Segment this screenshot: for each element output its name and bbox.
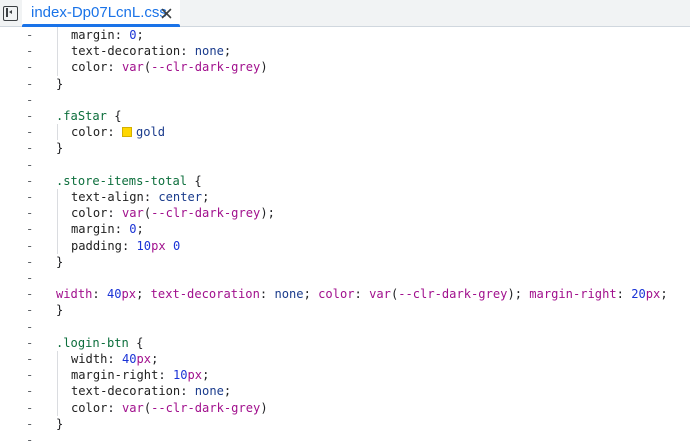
code-line: - margin: 0; — [0, 27, 690, 44]
code-text: } — [56, 416, 64, 431]
code-line: - margin-right: 10px; — [0, 367, 690, 384]
code-text: } — [56, 76, 64, 91]
code-line: - } — [0, 140, 690, 156]
tab-filename[interactable]: index-Dp07LcnL.css — [31, 4, 167, 22]
code-text: padding: 10px 0 — [71, 238, 181, 253]
code-line: - color: var(--clr-dark-grey); — [0, 205, 690, 222]
code-line: - .store-items-total { — [0, 173, 690, 189]
code-text: text-align: center; — [71, 190, 210, 204]
code-line: - } — [0, 416, 690, 432]
code-line: - } — [0, 76, 690, 92]
diff-removed-marker: - — [26, 400, 34, 415]
code-line: - — [0, 92, 690, 108]
code-line: - — [0, 319, 690, 335]
diff-removed-marker: - — [26, 28, 34, 42]
code-line: - width: 40px; text-decoration: none; co… — [0, 286, 690, 302]
code-line: - .faStar { — [0, 108, 690, 124]
indent-guide — [57, 124, 58, 141]
diff-removed-marker: - — [26, 173, 34, 188]
indent-guide — [57, 383, 58, 400]
diff-removed-marker: - — [26, 60, 34, 75]
code-line: - — [0, 432, 690, 441]
diff-removed-marker: - — [26, 238, 34, 253]
code-text: } — [56, 303, 64, 318]
diff-removed-marker: - — [26, 271, 34, 285]
tab-file[interactable]: index-Dp07LcnL.css — [22, 0, 180, 27]
diff-removed-marker: - — [26, 125, 34, 140]
code-line: - text-decoration: none; — [0, 43, 690, 60]
diff-removed-marker: - — [26, 76, 34, 91]
diff-removed-marker: - — [26, 141, 34, 156]
color-swatch[interactable] — [121, 127, 132, 138]
indent-guide — [57, 59, 58, 76]
code-text: color: gold — [71, 125, 166, 140]
code-text: width: 40px; text-decoration: none; colo… — [56, 287, 668, 302]
diff-removed-marker: - — [26, 190, 34, 204]
code-editor[interactable]: - margin: 0; - text-decoration: none; - … — [0, 27, 690, 441]
diff-removed-marker: - — [26, 222, 34, 237]
indent-guide — [57, 367, 58, 384]
code-line: - color: var(--clr-dark-grey) — [0, 59, 690, 76]
diff-removed-marker: - — [26, 254, 34, 269]
code-text: color: var(--clr-dark-grey) — [71, 400, 268, 415]
code-text: color: var(--clr-dark-grey) — [71, 60, 268, 75]
editor-tab-bar: index-Dp07LcnL.css — [0, 0, 690, 27]
code-line: - } — [0, 302, 690, 318]
sidebar-toggle-icon[interactable] — [3, 6, 18, 21]
indent-guide — [57, 189, 58, 206]
diff-removed-marker: - — [26, 303, 34, 318]
code-line: - } — [0, 254, 690, 270]
code-line: - color: var(--clr-dark-grey) — [0, 399, 690, 416]
code-text: .faStar { — [56, 109, 122, 123]
code-text: } — [56, 141, 64, 156]
indent-guide — [57, 221, 58, 238]
code-line: - width: 40px; — [0, 351, 690, 368]
indent-guide — [57, 351, 58, 368]
code-line: - text-decoration: none; — [0, 383, 690, 400]
code-line: - .login-btn { — [0, 335, 690, 351]
diff-removed-marker: - — [26, 416, 34, 431]
diff-removed-marker: - — [26, 433, 34, 441]
diff-removed-marker: - — [26, 384, 34, 399]
diff-removed-marker: - — [26, 319, 34, 334]
code-text: margin: 0; — [71, 222, 144, 237]
code-line: - margin: 0; — [0, 221, 690, 238]
code-text: } — [56, 254, 64, 269]
indent-guide — [57, 43, 58, 60]
code-line: - padding: 10px 0 — [0, 237, 690, 254]
code-text: color: var(--clr-dark-grey); — [71, 206, 275, 221]
code-text: margin: 0; — [71, 28, 144, 42]
code-text: margin-right: 10px; — [71, 368, 210, 383]
diff-removed-marker: - — [26, 352, 34, 366]
code-line: - — [0, 270, 690, 286]
code-text: .store-items-total { — [56, 173, 202, 188]
indent-guide — [57, 27, 58, 44]
code-line: - — [0, 157, 690, 173]
diff-removed-marker: - — [26, 287, 34, 302]
code-text: text-decoration: none; — [71, 44, 232, 59]
diff-removed-marker: - — [26, 335, 34, 350]
diff-removed-marker: - — [26, 157, 34, 172]
diff-removed-marker: - — [26, 109, 34, 123]
indent-guide — [57, 205, 58, 222]
devtools-sources-panel: index-Dp07LcnL.css - margin: 0; - text-d… — [0, 0, 690, 441]
code-text: text-decoration: none; — [71, 384, 232, 399]
diff-removed-marker: - — [26, 92, 34, 107]
indent-guide — [57, 399, 58, 416]
diff-removed-marker: - — [26, 44, 34, 59]
diff-removed-marker: - — [26, 206, 34, 221]
code-text: .login-btn { — [56, 335, 144, 350]
code-text: width: 40px; — [71, 352, 159, 366]
close-icon[interactable] — [161, 8, 172, 19]
diff-removed-marker: - — [26, 368, 34, 383]
code-line: - text-align: center; — [0, 189, 690, 206]
indent-guide — [57, 237, 58, 254]
code-line: - color: gold — [0, 124, 690, 141]
